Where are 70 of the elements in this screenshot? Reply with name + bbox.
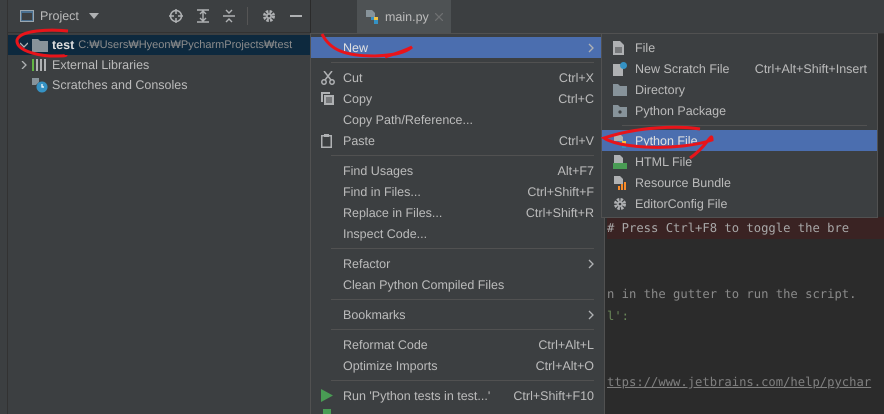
menu-item[interactable]: Paste Ctrl+V [311,130,604,151]
tab-label: main.py [385,10,429,24]
code-line: ttps://www.jetbrains.com/help/pychar [607,375,872,389]
menu-item[interactable]: HTML File [602,151,877,172]
menu-item[interactable]: Copy Ctrl+C [311,88,604,109]
shortcut-label: Ctrl+V [558,134,594,148]
menu-item[interactable]: Reformat Code Ctrl+Alt+L [311,334,604,355]
menu-item[interactable]: Inspect Code... [311,223,604,244]
menu-item[interactable]: Bookmarks [311,304,604,325]
panel-title[interactable]: Project [40,9,79,23]
shortcut-label: Ctrl+Alt+L [538,338,594,352]
shortcut-label: Ctrl+Shift+F [527,184,594,198]
menu-item[interactable]: Copy Path/Reference... [311,109,604,130]
shortcut-label: Ctrl+C [558,92,594,106]
scissors-icon [321,70,335,84]
shortcut-label: Ctrl+Shift+F10 [513,388,594,402]
package-folder-icon [613,104,627,116]
folder-icon [32,38,48,52]
chevron-right-icon[interactable] [20,61,28,69]
menu-item[interactable]: Python Package [602,100,877,121]
menu-item[interactable]: New [311,37,604,58]
editor-tab[interactable]: main.py [357,0,451,33]
copy-icon [321,92,334,105]
menu-item[interactable]: Find in Files... Ctrl+Shift+F [311,181,604,202]
gear-icon [613,196,627,210]
tree-row[interactable]: Scratches and Consoles [8,75,310,95]
collapse-all-icon[interactable] [223,9,235,23]
menu-item[interactable]: Resource Bundle [602,172,877,193]
scratch-file-icon [613,62,627,76]
menu-item[interactable]: File [602,37,877,58]
menu-item[interactable]: EditorConfig File [602,193,877,214]
python-file-icon [613,134,627,148]
code-line: l': [607,309,630,323]
menu-item[interactable]: Clean Python Compiled Files [311,274,604,295]
menu-item[interactable]: Directory [602,79,877,100]
dropdown-icon[interactable] [88,13,99,19]
tree-label: External Libraries [52,58,150,72]
code-line: # Press Ctrl+F8 to toggle the bre [607,221,850,235]
settings-icon[interactable] [262,9,276,23]
shortcut-label: Ctrl+Alt+Shift+Insert [754,62,867,76]
menu-item[interactable]: Cut Ctrl+X [311,67,604,88]
tree-path: C:₩Users₩Hyeon₩PycharmProjects₩test [78,39,292,51]
menu-item[interactable]: Find Usages Alt+F7 [311,160,604,181]
crosshair-icon[interactable] [169,9,183,23]
tree-row[interactable]: test C:₩Users₩Hyeon₩PycharmProjects₩test [8,35,310,55]
menu-item[interactable]: Run 'Python tests in test...' Ctrl+Shift+F10 [311,385,604,406]
shortcut-label: Alt+F7 [558,164,594,178]
panel-icon [20,10,34,22]
shortcut-label: Ctrl+X [558,70,594,84]
menu-item[interactable]: Optimize Imports Ctrl+Alt+O [311,355,604,376]
tree-row[interactable]: External Libraries [8,55,310,75]
code-line: n in the gutter to run the script. [607,287,856,301]
python-file-icon [365,10,379,24]
menu-item[interactable]: Refactor [311,253,604,274]
tree-label: test [52,38,74,52]
file-icon [613,40,624,54]
shortcut-label: Ctrl+Shift+R [526,206,594,220]
menu-item[interactable]: New Scratch File Ctrl+Alt+Shift+Insert [602,58,877,79]
scratch-clock-icon [32,78,48,92]
folder-icon [613,84,627,96]
shortcut-label: Ctrl+Alt+O [536,358,594,372]
tree-label: Scratches and Consoles [52,78,188,92]
html-file-icon [613,154,627,168]
resource-bundle-icon [613,176,627,190]
clipboard-icon [321,134,332,148]
run-icon [321,389,333,402]
chevron-down-icon[interactable] [20,41,28,49]
expand-all-icon[interactable] [197,9,209,23]
menu-item[interactable]: Replace in Files... Ctrl+Shift+R [311,202,604,223]
library-icon [32,59,48,71]
